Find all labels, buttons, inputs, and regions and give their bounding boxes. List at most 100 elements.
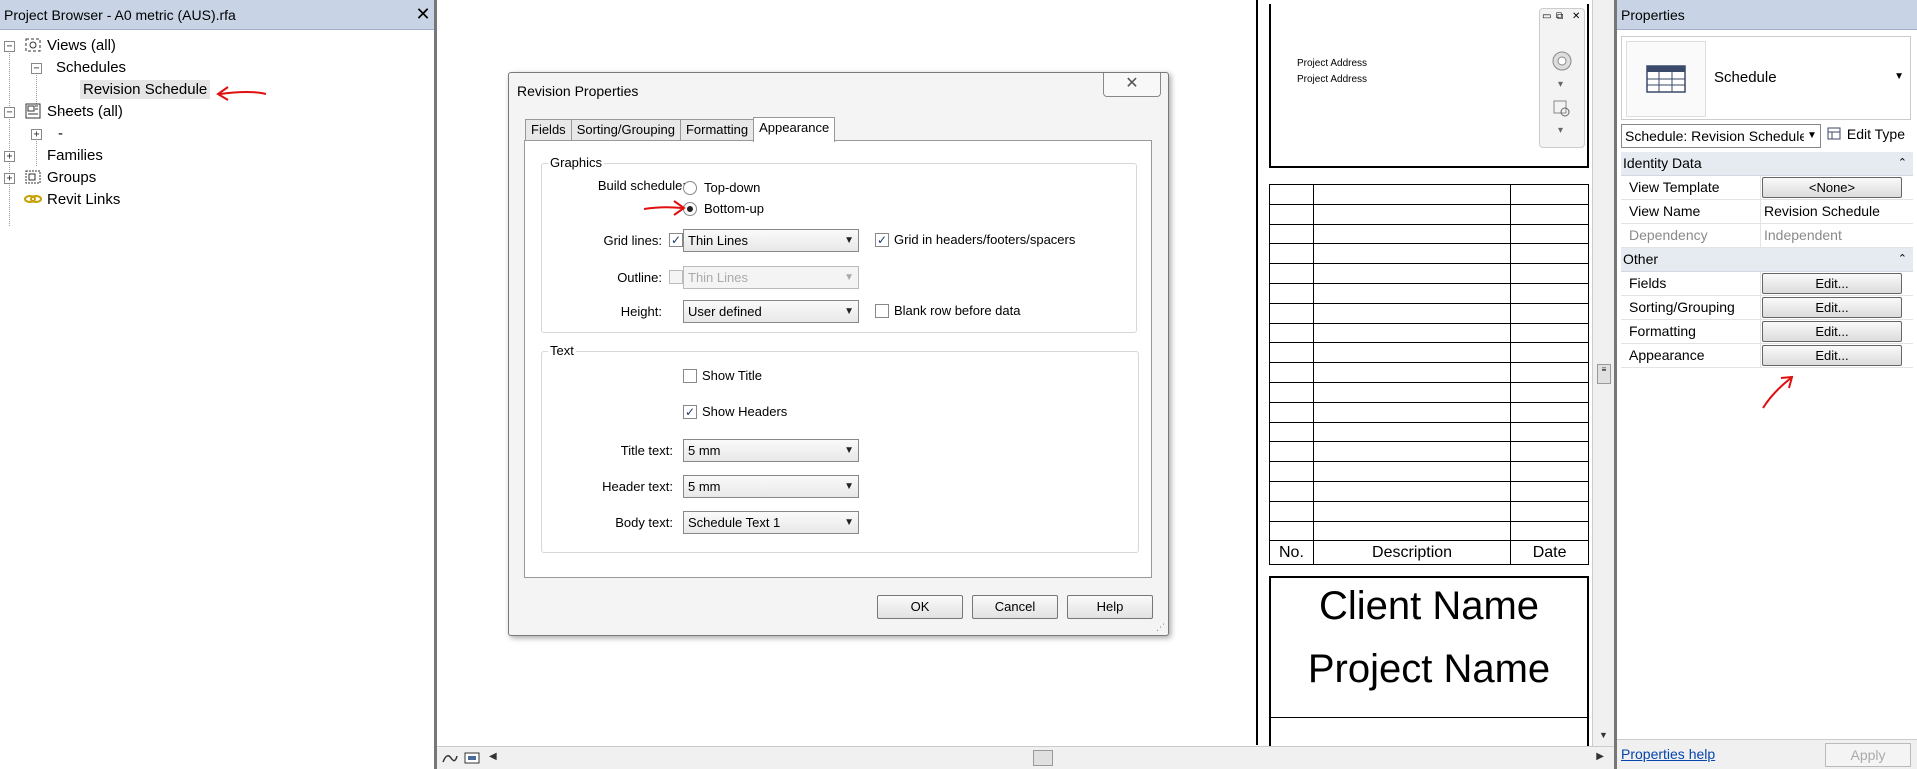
tree-item-sheet-child[interactable]: - xyxy=(58,122,63,144)
appearance-panel: Graphics Build schedule: Top-down Bottom… xyxy=(524,140,1152,578)
horizontal-scrollbar[interactable]: ◀ ▶ xyxy=(437,746,1614,769)
scroll-left-icon[interactable]: ◀ xyxy=(489,751,497,762)
resize-grip-icon[interactable]: ⋰ xyxy=(1156,622,1165,633)
show-headers-label[interactable]: Show Headers xyxy=(702,404,787,419)
tree-item-revit-links[interactable]: Revit Links xyxy=(24,188,120,210)
groups-expand-toggle[interactable]: + xyxy=(4,173,15,184)
graphics-group-label: Graphics xyxy=(548,155,605,170)
views-icon xyxy=(25,38,41,52)
help-button[interactable]: Help xyxy=(1067,595,1153,619)
scroll-right-icon[interactable]: ▶ xyxy=(1596,751,1604,762)
grid-in-headers-label[interactable]: Grid in headers/footers/spacers xyxy=(894,232,1075,247)
outline-select[interactable]: Thin Lines ▼ xyxy=(683,266,859,289)
zoom-chevron-down-icon[interactable]: ▾ xyxy=(1558,125,1563,136)
tab-fields[interactable]: Fields xyxy=(525,119,572,141)
outline-checkbox[interactable] xyxy=(669,270,683,284)
minimize-icon[interactable]: ▭ xyxy=(1542,11,1551,22)
header-text-select[interactable]: 5 mm ▼ xyxy=(683,475,859,498)
families-expand-toggle[interactable]: + xyxy=(4,151,15,162)
tree-item-schedules[interactable]: Schedules xyxy=(56,56,126,78)
grid-lines-value: Thin Lines xyxy=(688,233,748,248)
cancel-button[interactable]: Cancel xyxy=(972,595,1058,619)
blank-row-checkbox[interactable] xyxy=(875,304,889,318)
prop-row-formatting: Formatting Edit... xyxy=(1621,320,1913,344)
sorting-grouping-edit-button[interactable]: Edit... xyxy=(1762,297,1902,318)
appearance-edit-button[interactable]: Edit... xyxy=(1762,345,1902,366)
sheets-collapse-toggle[interactable]: − xyxy=(4,107,15,118)
collapse-icon[interactable]: ⌃ xyxy=(1898,248,1907,270)
show-headers-checkbox[interactable]: ✓ xyxy=(683,405,697,419)
instance-filter-select[interactable]: Schedule: Revision Schedule ▼ xyxy=(1621,124,1821,148)
tree-item-sheets[interactable]: Sheets (all) xyxy=(24,100,123,122)
grid-lines-checkbox[interactable]: ✓ xyxy=(669,233,683,247)
steering-wheel-icon[interactable] xyxy=(1550,49,1576,77)
prop-row-sorting-grouping: Sorting/Grouping Edit... xyxy=(1621,296,1913,320)
top-down-label[interactable]: Top-down xyxy=(704,180,760,195)
header-text-label: Header text: xyxy=(602,479,673,494)
tree-item-revision-schedule[interactable]: Revision Schedule xyxy=(80,78,211,100)
chevron-down-icon: ▼ xyxy=(844,272,854,283)
edit-type-icon xyxy=(1827,127,1841,140)
dialog-close-icon[interactable]: ✕ xyxy=(1103,73,1161,97)
vertical-scrollbar[interactable]: ≡ ▼ xyxy=(1592,0,1614,746)
vertical-scroll-thumb[interactable]: ≡ xyxy=(1597,364,1611,384)
build-schedule-label: Build schedule: xyxy=(597,178,686,193)
table-row xyxy=(1269,184,1589,205)
view-scale-icon[interactable] xyxy=(441,750,459,766)
zoom-region-icon[interactable] xyxy=(1552,99,1574,121)
bottom-up-label[interactable]: Bottom-up xyxy=(704,201,764,216)
blank-row-label[interactable]: Blank row before data xyxy=(894,303,1020,318)
view-name-field[interactable]: Revision Schedule xyxy=(1761,200,1913,223)
tree-item-families[interactable]: Families xyxy=(24,144,103,166)
sheet-child-expand-toggle[interactable]: + xyxy=(31,129,42,140)
tab-formatting[interactable]: Formatting xyxy=(679,119,755,141)
schedules-collapse-toggle[interactable]: − xyxy=(31,63,42,74)
navigation-bar[interactable]: ▭ ⧉ ✕ ▾ ▾ xyxy=(1539,8,1585,148)
tree-item-views[interactable]: Views (all) xyxy=(24,34,116,56)
tree-item-families-label: Families xyxy=(47,146,103,164)
body-text-select[interactable]: Schedule Text 1 ▼ xyxy=(683,511,859,534)
top-down-radio[interactable] xyxy=(683,181,697,195)
show-title-checkbox[interactable] xyxy=(683,369,697,383)
close-view-icon[interactable]: ✕ xyxy=(1572,11,1580,22)
project-browser: Project Browser - A0 metric (AUS).rfa ✕ … xyxy=(0,0,434,769)
nav-chevron-down-icon[interactable]: ▾ xyxy=(1558,79,1563,90)
formatting-edit-button[interactable]: Edit... xyxy=(1762,321,1902,342)
type-selector[interactable]: Schedule ▼ xyxy=(1621,36,1911,120)
views-collapse-toggle[interactable]: − xyxy=(4,41,15,52)
height-select[interactable]: User defined ▼ xyxy=(683,300,859,323)
detail-level-icon[interactable] xyxy=(463,750,483,766)
title-text-select[interactable]: 5 mm ▼ xyxy=(683,439,859,462)
schedule-icon xyxy=(1646,65,1686,93)
grid-in-headers-checkbox[interactable]: ✓ xyxy=(875,233,889,247)
tab-sorting-grouping[interactable]: Sorting/Grouping xyxy=(570,119,681,141)
section-other[interactable]: Other ⌃ xyxy=(1621,248,1913,272)
view-template-button[interactable]: <None> xyxy=(1762,177,1902,198)
bottom-up-radio[interactable] xyxy=(683,202,697,216)
tree-item-groups[interactable]: Groups xyxy=(24,166,96,188)
sheet-border xyxy=(1256,0,1258,745)
tab-appearance[interactable]: Appearance xyxy=(753,117,836,142)
ok-button[interactable]: OK xyxy=(877,595,963,619)
scroll-down-icon[interactable]: ▼ xyxy=(1599,730,1608,740)
table-row xyxy=(1269,322,1589,344)
grid-lines-select[interactable]: Thin Lines ▼ xyxy=(683,229,859,252)
header-date: Date xyxy=(1510,540,1589,566)
schedule-type-thumbnail xyxy=(1626,41,1706,117)
restore-icon[interactable]: ⧉ xyxy=(1556,11,1563,22)
apply-button[interactable]: Apply xyxy=(1825,743,1911,767)
edit-type-button[interactable]: Edit Type xyxy=(1827,126,1905,142)
section-identity-data[interactable]: Identity Data ⌃ xyxy=(1621,152,1913,176)
header-text-value: 5 mm xyxy=(688,479,721,494)
properties-help-link[interactable]: Properties help xyxy=(1621,746,1715,762)
chevron-down-icon[interactable]: ▼ xyxy=(1894,71,1904,82)
table-row xyxy=(1269,500,1589,522)
horizontal-scroll-thumb[interactable] xyxy=(1033,750,1053,766)
project-address-line2: Project Address xyxy=(1297,74,1368,85)
fields-edit-button[interactable]: Edit... xyxy=(1762,273,1902,294)
project-browser-close-icon[interactable]: ✕ xyxy=(412,4,434,25)
show-title-label[interactable]: Show Title xyxy=(702,368,762,383)
dependency-value: Independent xyxy=(1764,227,1842,243)
collapse-icon[interactable]: ⌃ xyxy=(1898,152,1907,174)
tree-item-views-label: Views (all) xyxy=(47,36,116,54)
